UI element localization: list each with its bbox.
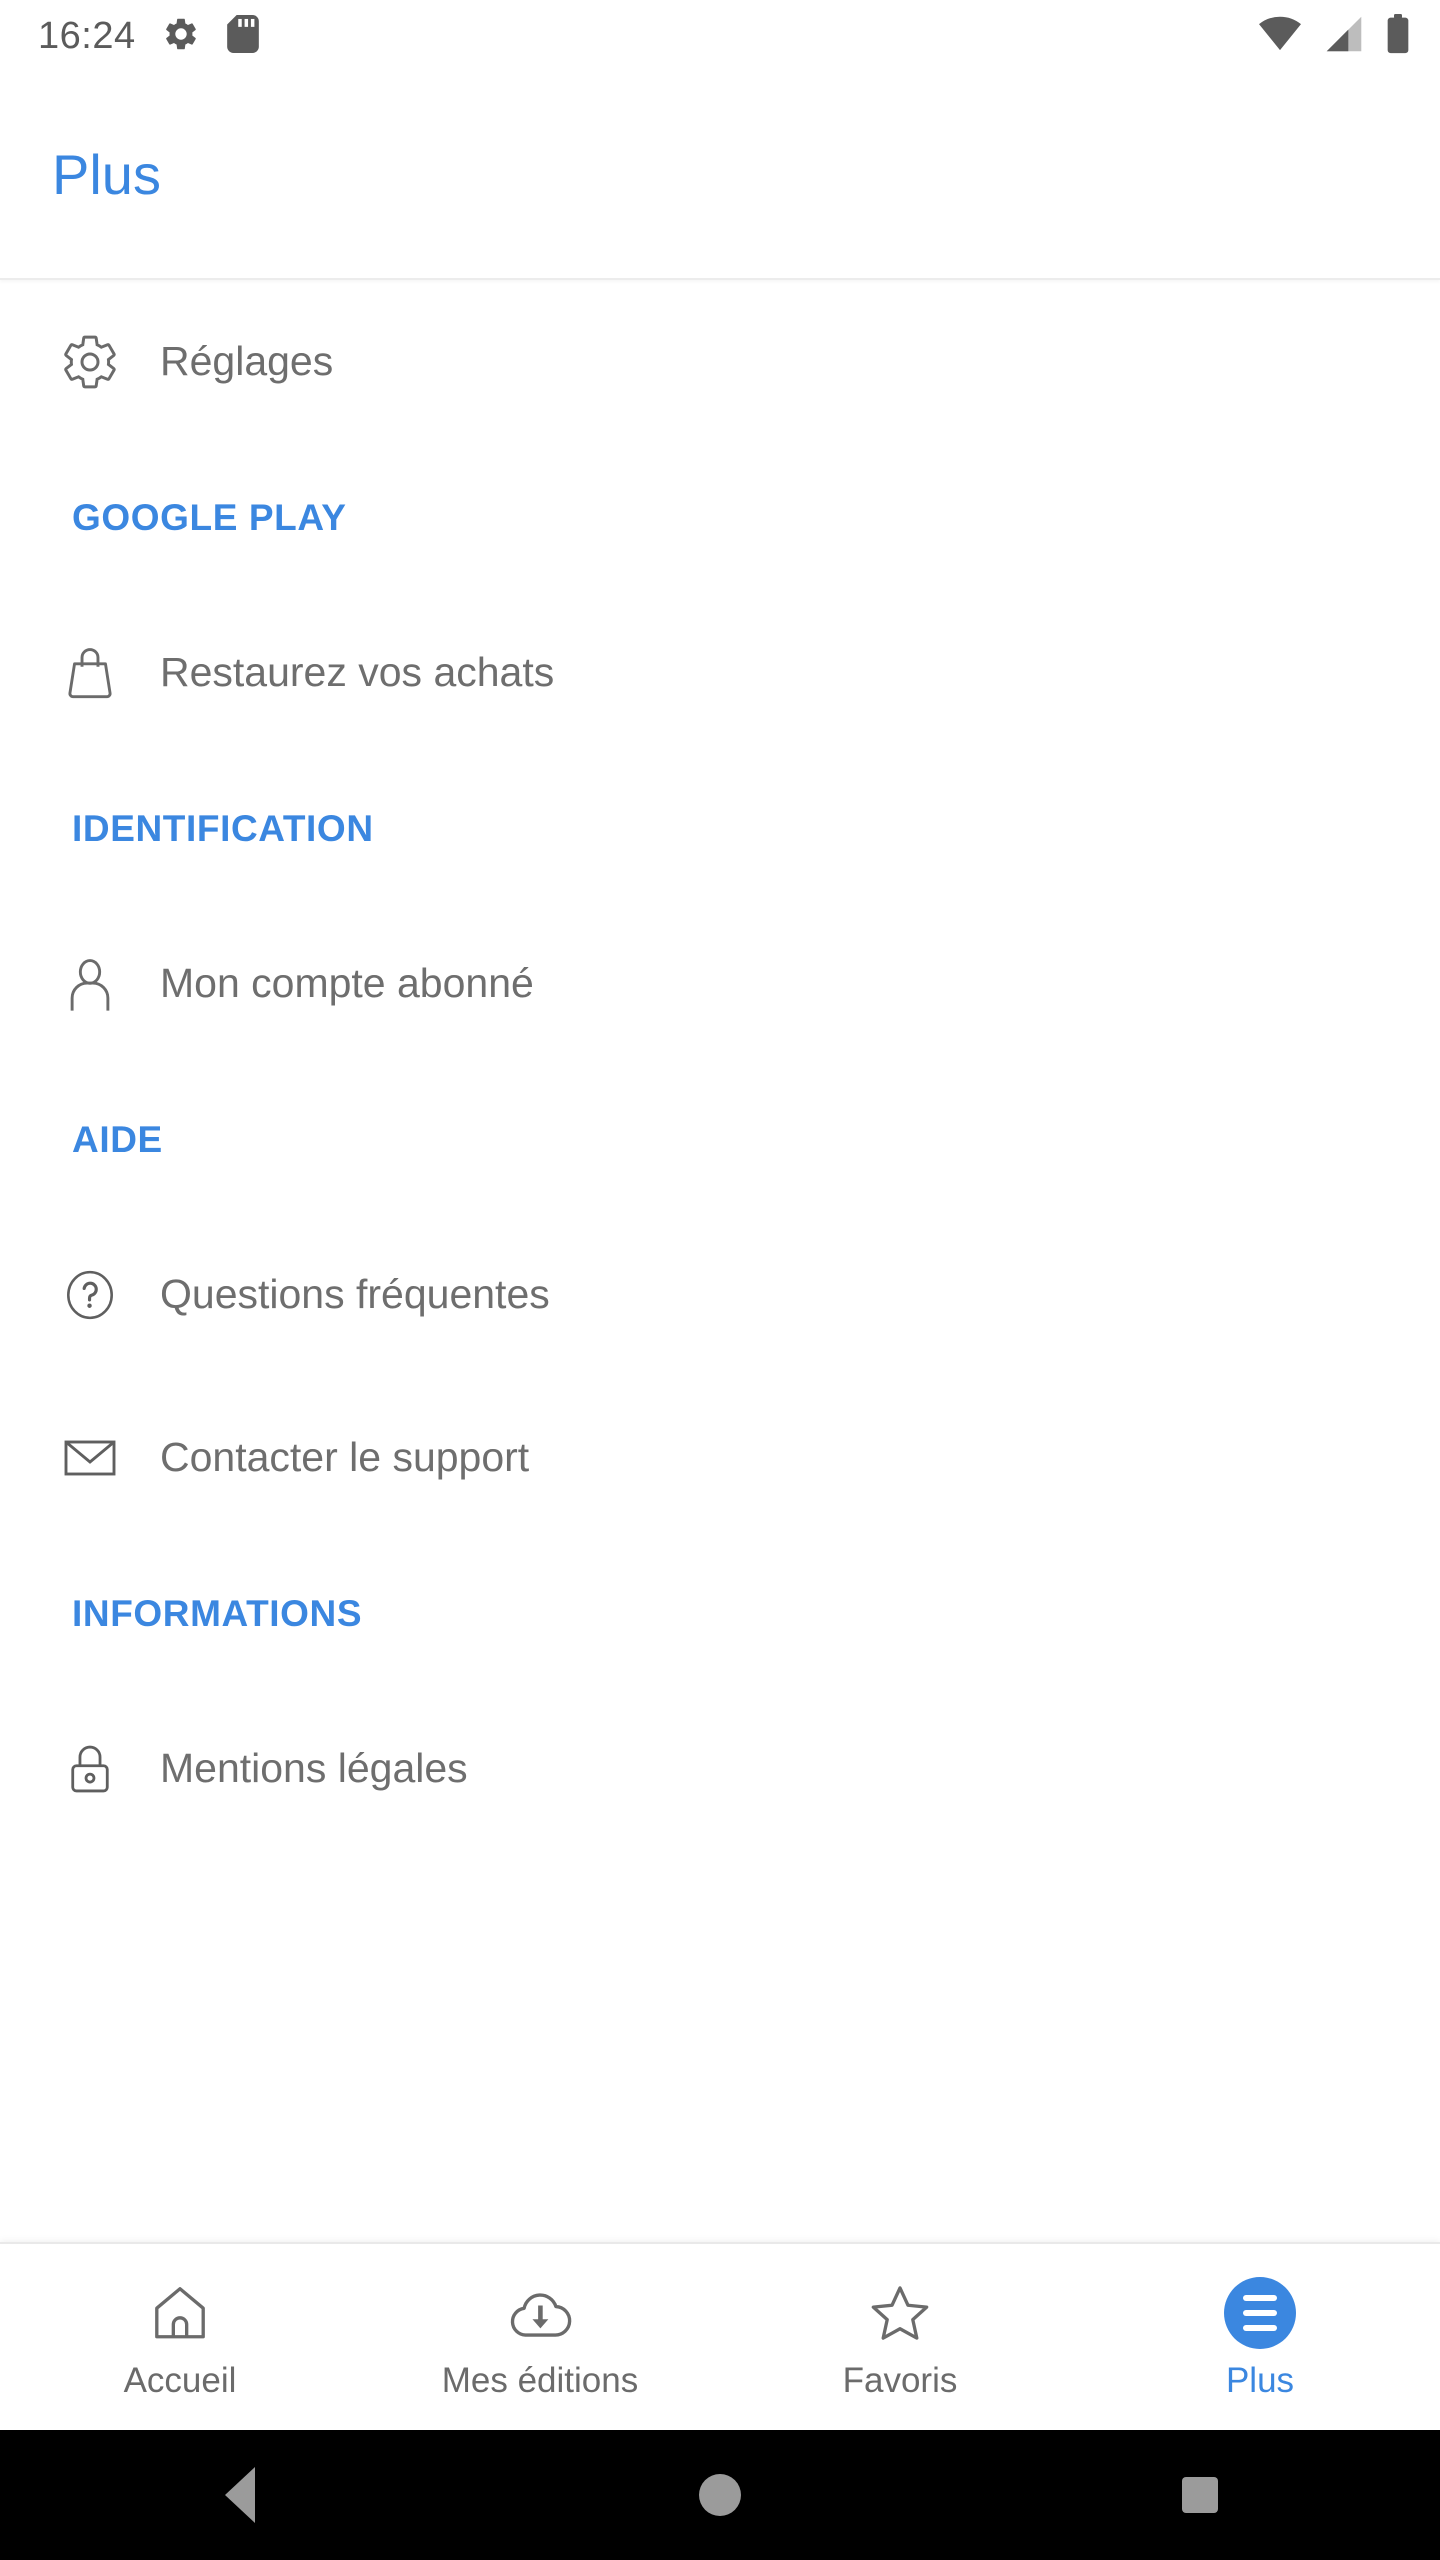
hamburger-menu-icon bbox=[1224, 2276, 1296, 2349]
home-button[interactable] bbox=[480, 2474, 960, 2516]
nav-tab-favoris[interactable]: Favoris bbox=[720, 2244, 1080, 2430]
list-item-questions-frequentes[interactable]: Questions fréquentes bbox=[0, 1213, 1440, 1376]
list-item-mon-compte-abonne[interactable]: Mon compte abonné bbox=[0, 902, 1440, 1065]
list-item-label: Questions fréquentes bbox=[160, 1270, 550, 1317]
recents-button[interactable] bbox=[960, 2477, 1440, 2513]
status-bar: 16:24 bbox=[0, 0, 1440, 72]
hamburger-line bbox=[1243, 2324, 1277, 2331]
nav-tab-label: Mes éditions bbox=[441, 2360, 639, 2400]
back-triangle-icon bbox=[225, 2467, 255, 2523]
list-item-contacter-le-support[interactable]: Contacter le support bbox=[0, 1376, 1440, 1539]
hamburger-line bbox=[1243, 2309, 1277, 2316]
section-header-label: INFORMATIONS bbox=[72, 1592, 363, 1634]
status-clock: 16:24 bbox=[38, 15, 136, 57]
page-title: Plus bbox=[52, 143, 161, 206]
help-circle-icon bbox=[58, 1263, 122, 1327]
section-header-google-play: GOOGLE PLAY bbox=[0, 443, 1440, 591]
android-system-navigation-bar bbox=[0, 2430, 1440, 2560]
home-icon bbox=[147, 2277, 213, 2349]
list-item-label: Contacter le support bbox=[160, 1433, 530, 1480]
recents-square-icon bbox=[1182, 2477, 1218, 2513]
list-item-label: Restaurez vos achats bbox=[160, 648, 555, 695]
wifi-icon bbox=[1258, 15, 1302, 58]
shopping-bag-icon bbox=[58, 641, 122, 705]
envelope-icon bbox=[58, 1426, 122, 1490]
nav-tab-label: Favoris bbox=[842, 2360, 958, 2400]
hamburger-line bbox=[1243, 2294, 1277, 2301]
nav-tab-label: Accueil bbox=[123, 2360, 237, 2400]
nav-active-badge bbox=[1224, 2276, 1296, 2349]
star-icon bbox=[866, 2277, 934, 2349]
section-header-informations: INFORMATIONS bbox=[0, 1539, 1440, 1687]
section-header-label: IDENTIFICATION bbox=[72, 807, 374, 849]
menu-list: Réglages GOOGLE PLAY Restaurez vos achat… bbox=[0, 280, 1440, 1850]
gear-icon bbox=[58, 330, 122, 394]
list-item-mentions-legales[interactable]: Mentions légales bbox=[0, 1687, 1440, 1850]
nav-tab-label: Plus bbox=[1225, 2360, 1295, 2400]
section-header-label: GOOGLE PLAY bbox=[72, 496, 347, 538]
battery-icon bbox=[1386, 13, 1410, 59]
list-item-label: Mentions légales bbox=[160, 1744, 468, 1791]
list-item-restaurez-vos-achats[interactable]: Restaurez vos achats bbox=[0, 591, 1440, 754]
lock-icon bbox=[58, 1737, 122, 1801]
more-menu-content[interactable]: Réglages GOOGLE PLAY Restaurez vos achat… bbox=[0, 280, 1440, 2242]
app-header: Plus bbox=[0, 72, 1440, 280]
section-header-identification: IDENTIFICATION bbox=[0, 754, 1440, 902]
nav-tab-mes-editions[interactable]: Mes éditions bbox=[360, 2244, 720, 2430]
list-item-reglages[interactable]: Réglages bbox=[0, 280, 1440, 443]
home-circle-icon bbox=[699, 2474, 741, 2516]
gear-icon bbox=[162, 15, 200, 58]
sd-card-icon bbox=[226, 14, 260, 58]
back-button[interactable] bbox=[0, 2467, 480, 2523]
person-icon bbox=[58, 952, 122, 1016]
nav-tab-plus[interactable]: Plus bbox=[1080, 2244, 1440, 2430]
list-item-label: Réglages bbox=[160, 337, 334, 384]
list-item-label: Mon compte abonné bbox=[160, 959, 534, 1006]
cloud-download-icon bbox=[505, 2277, 575, 2349]
cellular-signal-icon bbox=[1324, 15, 1364, 58]
app-screen: 16:24 Plus Réglages GOOGLE PLAY Restaure… bbox=[0, 0, 1440, 2560]
nav-tab-accueil[interactable]: Accueil bbox=[0, 2244, 360, 2430]
status-bar-left: 16:24 bbox=[38, 14, 260, 58]
status-bar-right bbox=[1258, 13, 1410, 59]
section-header-label: AIDE bbox=[72, 1118, 163, 1160]
section-header-aide: AIDE bbox=[0, 1065, 1440, 1213]
bottom-navigation-bar: Accueil Mes éditions Favoris Plus bbox=[0, 2242, 1440, 2430]
